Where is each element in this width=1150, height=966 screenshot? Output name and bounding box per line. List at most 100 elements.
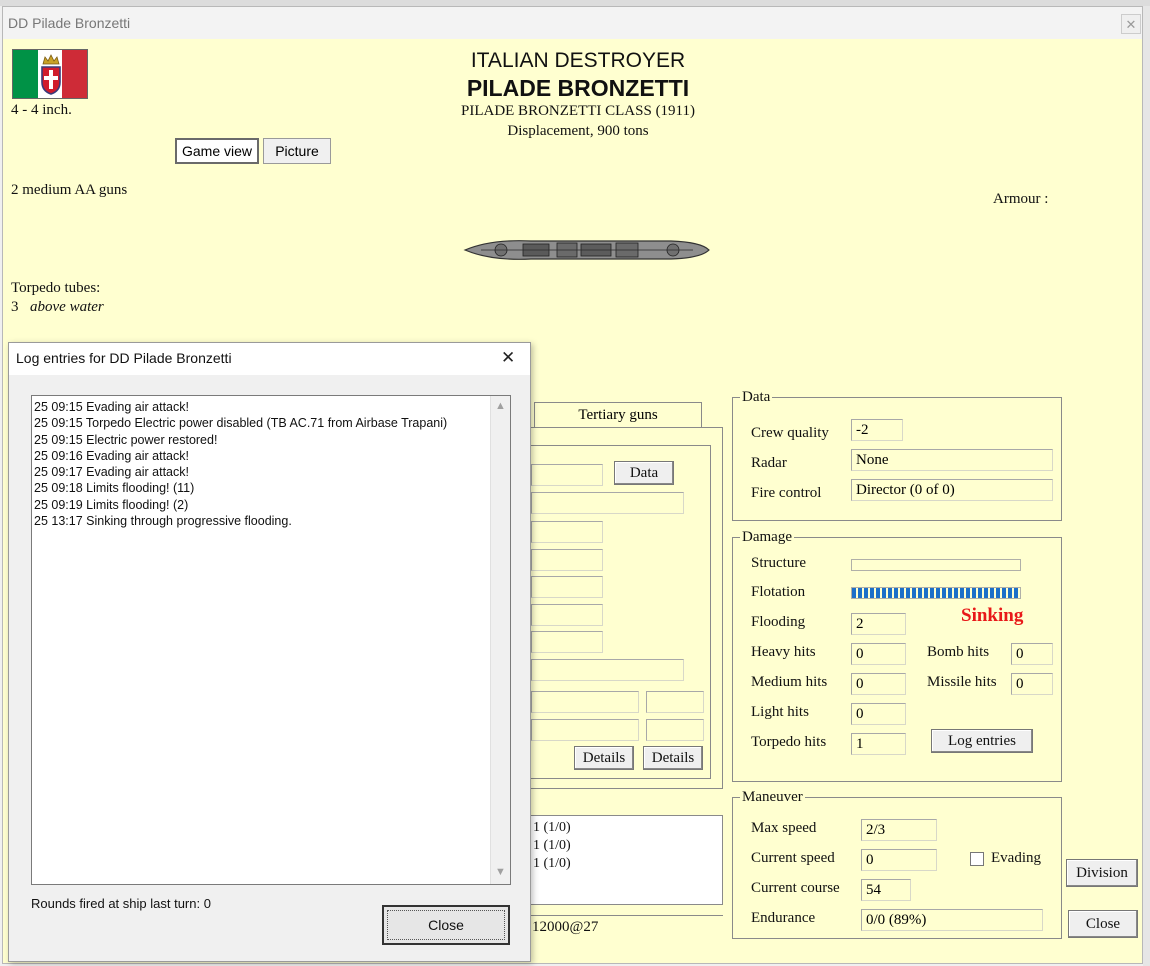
details-button-1[interactable]: Details bbox=[574, 746, 634, 770]
current-course-label: Current course bbox=[751, 880, 840, 896]
scroll-down-icon[interactable]: ▼ bbox=[495, 866, 506, 878]
savoy-crest-icon bbox=[41, 54, 61, 95]
log-close-button[interactable]: Close bbox=[382, 905, 510, 945]
bomb-hits-label: Bomb hits bbox=[927, 644, 990, 660]
ship-displacement: Displacement, 900 tons bbox=[507, 123, 649, 139]
torpedo-hits-field: 1 bbox=[851, 733, 906, 755]
torpedo-tubes-count: 3 bbox=[11, 299, 19, 315]
log-entry: 25 09:15 Evading air attack! bbox=[34, 400, 189, 414]
gun-field-4 bbox=[531, 549, 603, 571]
gun-field-11 bbox=[531, 719, 639, 741]
aa-guns-text: 2 medium AA guns bbox=[11, 182, 128, 198]
log-dialog-title-bar: Log entries for DD Pilade Bronzetti ✕ bbox=[9, 343, 530, 375]
gun-field-5 bbox=[531, 576, 603, 598]
maneuver-group-title: Maneuver bbox=[740, 789, 805, 806]
salvo-list: 1 (1/0) 1 (1/0) 1 (1/0) bbox=[503, 815, 723, 905]
italian-flag-icon bbox=[12, 49, 88, 99]
evading-label: Evading bbox=[991, 850, 1041, 866]
current-speed-field: 0 bbox=[861, 849, 937, 871]
torpedo-tubes-type: above water bbox=[30, 299, 104, 315]
flooding-label: Flooding bbox=[751, 614, 806, 630]
light-hits-label: Light hits bbox=[751, 704, 809, 720]
gun-field-8 bbox=[531, 659, 684, 681]
background-right-strip bbox=[1143, 6, 1150, 966]
log-scrollbar[interactable]: ▲ ▼ bbox=[490, 396, 510, 884]
damage-group-title: Damage bbox=[740, 529, 794, 546]
ship-nationality: ITALIAN DESTROYER bbox=[470, 49, 686, 72]
tab-picture[interactable]: Picture bbox=[263, 138, 331, 164]
log-entries-button[interactable]: Log entries bbox=[931, 729, 1033, 753]
gun-field-9 bbox=[531, 691, 639, 713]
gun-field-3 bbox=[531, 521, 603, 543]
bomb-hits-field: 0 bbox=[1011, 643, 1053, 665]
rounds-fired-text: Rounds fired at ship last turn: 0 bbox=[31, 896, 211, 911]
salvo-line-3: 1 (1/0) bbox=[533, 856, 571, 871]
structure-bar bbox=[851, 559, 1021, 571]
salvo-line-2: 1 (1/0) bbox=[533, 838, 571, 853]
structure-label: Structure bbox=[751, 555, 806, 571]
tab-game-view-label: Game view bbox=[181, 143, 253, 159]
max-speed-field: 2/3 bbox=[861, 819, 937, 841]
log-entry: 25 13:17 Sinking through progressive flo… bbox=[34, 514, 292, 529]
flooding-field: 2 bbox=[851, 613, 906, 635]
gun-field-1 bbox=[531, 464, 603, 486]
close-button[interactable]: Close bbox=[1068, 910, 1138, 938]
log-entry: 25 09:16 Evading air attack! bbox=[34, 448, 189, 463]
gun-data-button[interactable]: Data bbox=[614, 461, 674, 485]
tab-game-view[interactable]: Game view bbox=[175, 138, 259, 164]
log-close-button-label: Close bbox=[387, 910, 505, 940]
heavy-hits-label: Heavy hits bbox=[751, 644, 816, 660]
max-speed-label: Max speed bbox=[751, 820, 817, 836]
heavy-hits-field: 0 bbox=[851, 643, 906, 665]
ship-class: PILADE BRONZETTI CLASS (1911) bbox=[460, 103, 696, 119]
gun-field-12 bbox=[646, 719, 704, 741]
window-close-button[interactable]: ✕ bbox=[1121, 14, 1141, 34]
gun-field-10 bbox=[646, 691, 704, 713]
torpedo-hits-label: Torpedo hits bbox=[751, 734, 827, 750]
scroll-up-icon[interactable]: ▲ bbox=[495, 400, 506, 412]
details-button-2[interactable]: Details bbox=[643, 746, 703, 770]
log-entries-container: 25 09:15 Evading air attack! 25 09:15 To… bbox=[34, 399, 447, 529]
crew-quality-field: -2 bbox=[851, 419, 903, 441]
armour-label: Armour : bbox=[993, 191, 1049, 207]
light-hits-field: 0 bbox=[851, 703, 906, 725]
log-entry: 25 09:17 Evading air attack! bbox=[34, 465, 189, 480]
gun-field-7 bbox=[531, 631, 603, 653]
division-button[interactable]: Division bbox=[1066, 859, 1138, 887]
log-dialog-close-icon[interactable]: ✕ bbox=[501, 348, 515, 368]
sinking-status: Sinking bbox=[961, 605, 1024, 626]
evading-checkbox[interactable] bbox=[970, 852, 984, 866]
flotation-bar bbox=[851, 587, 1021, 599]
log-entry: 25 09:19 Limits flooding! (2) bbox=[34, 497, 189, 512]
medium-hits-label: Medium hits bbox=[751, 674, 828, 690]
window-title: DD Pilade Bronzetti bbox=[8, 15, 131, 31]
log-entries-dialog: Log entries for DD Pilade Bronzetti ✕ 25… bbox=[8, 342, 531, 962]
guns-divider bbox=[503, 915, 723, 916]
range-text: 12000@27 bbox=[532, 919, 599, 935]
missile-hits-label: Missile hits bbox=[927, 674, 997, 690]
gun-field-2 bbox=[531, 492, 684, 514]
gun-field-6 bbox=[531, 604, 603, 626]
missile-hits-field: 0 bbox=[1011, 673, 1053, 695]
flotation-bar-fill bbox=[852, 588, 1020, 598]
radar-label: Radar bbox=[751, 455, 787, 471]
log-entries-list[interactable]: 25 09:15 Evading air attack! 25 09:15 To… bbox=[31, 395, 511, 885]
endurance-label: Endurance bbox=[751, 910, 816, 926]
current-course-field: 54 bbox=[861, 879, 911, 901]
crew-quality-label: Crew quality bbox=[751, 425, 829, 441]
salvo-line-1: 1 (1/0) bbox=[533, 820, 571, 835]
log-entry: 25 09:15 Torpedo Electric power disabled… bbox=[34, 416, 448, 431]
current-speed-label: Current speed bbox=[751, 850, 835, 866]
log-entry: 25 09:15 Electric power restored! bbox=[34, 432, 218, 447]
fire-control-label: Fire control bbox=[751, 485, 822, 501]
tab-picture-label: Picture bbox=[275, 143, 319, 159]
ship-name: PILADE BRONZETTI bbox=[466, 75, 690, 101]
ship-silhouette-icon bbox=[463, 240, 710, 260]
data-group-title: Data bbox=[740, 389, 773, 406]
endurance-field: 0/0 (89%) bbox=[861, 909, 1043, 931]
title-bar: DD Pilade Bronzetti ✕ bbox=[3, 7, 1142, 39]
main-guns-text: 4 - 4 inch. bbox=[11, 102, 72, 118]
flotation-label: Flotation bbox=[751, 584, 806, 600]
tab-tertiary-guns[interactable]: Tertiary guns bbox=[534, 402, 702, 428]
fire-control-field: Director (0 of 0) bbox=[851, 479, 1053, 501]
